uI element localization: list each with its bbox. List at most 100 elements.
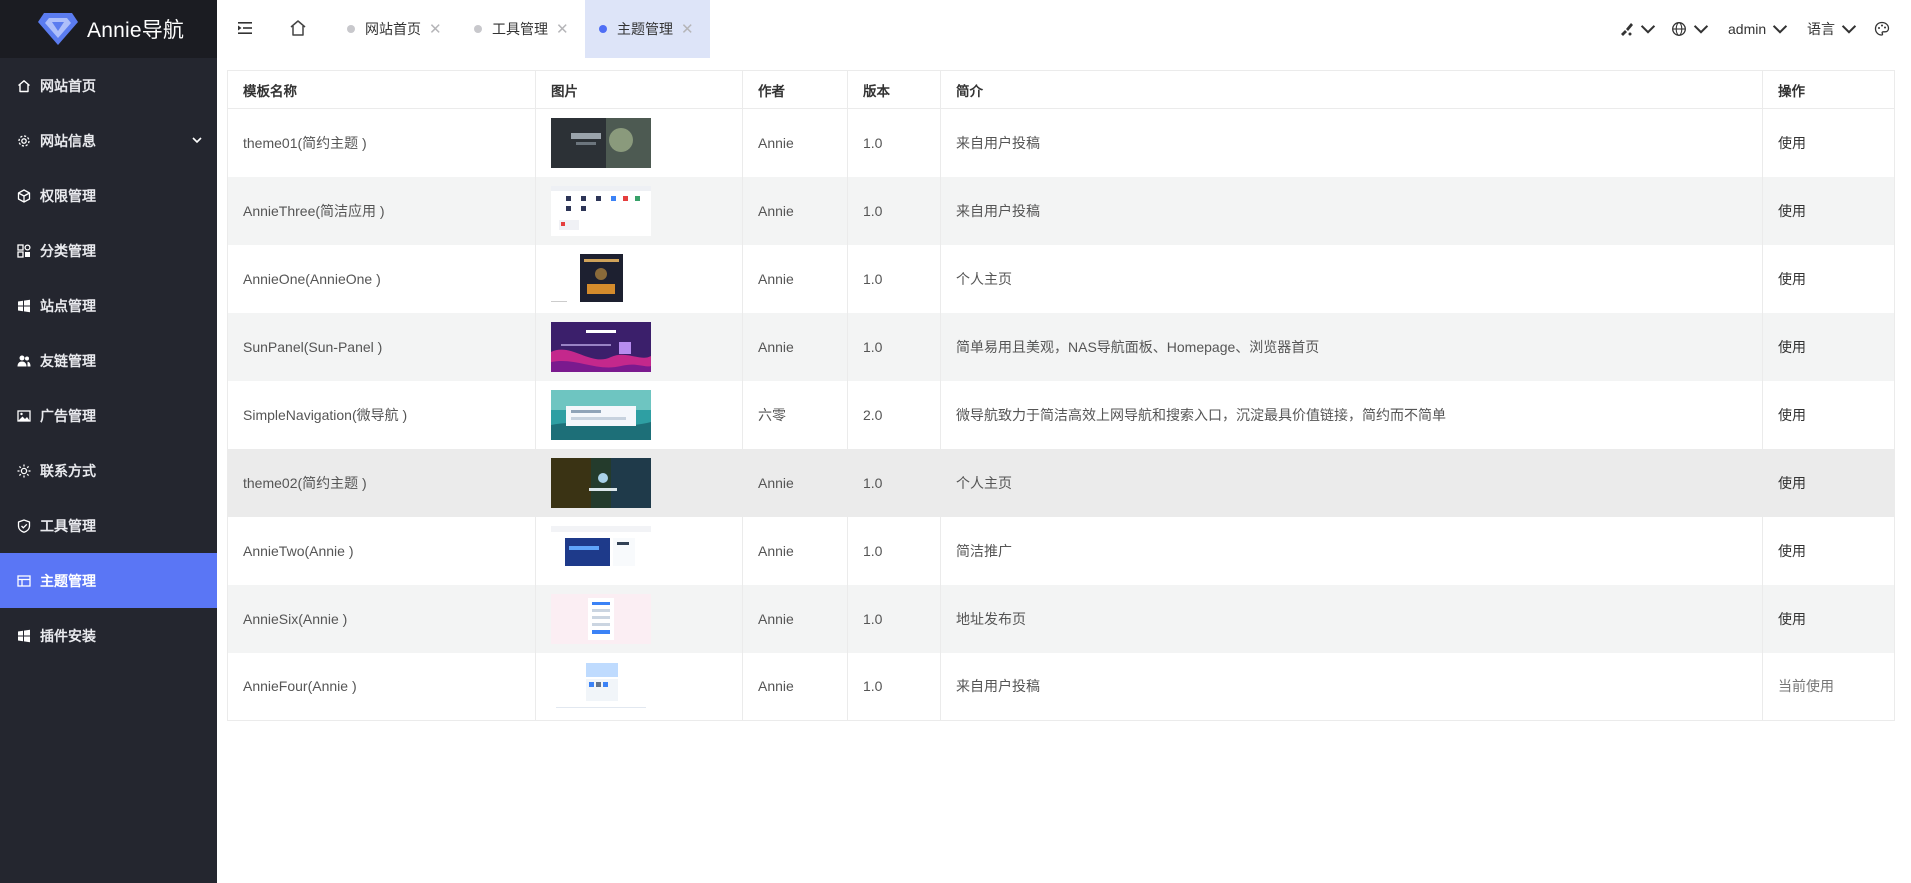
chevron-down-icon bbox=[1640, 25, 1656, 34]
use-theme-button[interactable]: 使用 bbox=[1762, 584, 1895, 653]
windows-icon bbox=[17, 299, 31, 313]
theme-thumbnail bbox=[551, 593, 651, 644]
table-row: theme01(简约主题 ) Annie 1.0 来自用户投稿 使用 bbox=[227, 108, 1895, 177]
use-theme-button[interactable]: 使用 bbox=[1762, 380, 1895, 449]
sidebar-menu: 网站首页网站信息权限管理分类管理站点管理友链管理 广告管理 联系方式工具管理主题管理… bbox=[0, 58, 217, 663]
sidebar-item-label: 网站信息 bbox=[40, 132, 96, 149]
table-row: AnnieThree(简洁应用 ) Annie 1.0 来自用户投稿 使用 bbox=[227, 176, 1895, 245]
tab-dot bbox=[599, 25, 607, 33]
sidebar-item-label: 主题管理 bbox=[40, 572, 96, 589]
tab-home[interactable]: 网站首页 ✕ bbox=[347, 0, 454, 58]
sidebar-item[interactable]: 插件安装 bbox=[0, 608, 217, 663]
table-row: SunPanel(Sun-Panel ) Annie 1.0 简单易用且美观，NAS导… bbox=[227, 312, 1895, 381]
use-theme-button[interactable]: 使用 bbox=[1762, 176, 1895, 245]
table-row: theme02(简约主题 ) Annie 1.0 个人主页 使用 bbox=[227, 448, 1895, 517]
sidebar-item[interactable]: 广告管理 bbox=[0, 388, 217, 443]
language-label: 语言 bbox=[1807, 21, 1835, 37]
chevron-down-icon bbox=[1773, 25, 1788, 34]
description-cell: 来自用户投稿 bbox=[940, 652, 1763, 721]
sidebar-item[interactable]: 工具管理 bbox=[0, 498, 217, 553]
chevron-down-icon bbox=[1693, 25, 1709, 34]
theme-thumbnail bbox=[551, 457, 651, 508]
use-theme-button[interactable]: 使用 bbox=[1762, 312, 1895, 381]
author-cell: Annie bbox=[742, 584, 848, 653]
sun-icon bbox=[17, 464, 31, 478]
close-icon[interactable]: ✕ bbox=[556, 20, 569, 38]
sidebar-item-label: 权限管理 bbox=[40, 187, 96, 204]
column-header: 操作 bbox=[1762, 70, 1895, 109]
sidebar-item[interactable]: 友链管理 bbox=[0, 333, 217, 388]
theme-switcher[interactable] bbox=[1618, 0, 1656, 58]
column-header: 作者 bbox=[742, 70, 848, 109]
logo[interactable]: Annie导航 bbox=[0, 0, 217, 58]
language-menu[interactable]: 语言 bbox=[1807, 0, 1857, 58]
shield-check-icon bbox=[17, 518, 31, 533]
globe-icon bbox=[1672, 22, 1686, 36]
diamond-logo-icon bbox=[38, 13, 78, 45]
theme-table: 模板名称 图片 作者 版本 简介 操作 theme01(简约主题 ) Annie 1.0 来自用… bbox=[227, 70, 1895, 721]
close-icon[interactable]: ✕ bbox=[681, 20, 694, 38]
sidebar-item[interactable]: 主题管理 bbox=[0, 553, 217, 608]
brush-icon bbox=[1621, 23, 1633, 36]
sidebar: Annie导航 网站首页网站信息权限管理分类管理站点管理友链管理 广告管理 联系方式… bbox=[0, 0, 217, 883]
version-cell: 1.0 bbox=[847, 176, 941, 245]
sidebar-item[interactable]: 权限管理 bbox=[0, 168, 217, 223]
chevron-down-icon[interactable] bbox=[191, 134, 203, 146]
menu-fold-icon[interactable] bbox=[237, 20, 253, 36]
sidebar-item[interactable]: 网站首页 bbox=[0, 58, 217, 113]
version-cell: 1.0 bbox=[847, 244, 941, 313]
theme-thumbnail bbox=[551, 661, 651, 712]
theme-thumbnail bbox=[551, 253, 651, 304]
column-header: 图片 bbox=[535, 70, 743, 109]
sidebar-item[interactable]: 站点管理 bbox=[0, 278, 217, 333]
use-theme-button[interactable]: 使用 bbox=[1762, 516, 1895, 585]
description-cell: 微导航致力于简洁高效上网导航和搜索入口，沉淀最具价值链接，简约而不简单 bbox=[940, 380, 1763, 449]
description-cell: 个人主页 bbox=[940, 448, 1763, 517]
sidebar-item-label: 分类管理 bbox=[40, 242, 96, 259]
locale-switcher[interactable] bbox=[1671, 0, 1709, 58]
author-cell: Annie bbox=[742, 176, 848, 245]
sidebar-item-label: 工具管理 bbox=[40, 517, 96, 534]
palette-icon bbox=[1874, 21, 1890, 36]
theme-name-cell: AnnieThree(简洁应用 ) bbox=[227, 176, 536, 245]
home-icon[interactable] bbox=[289, 19, 307, 37]
tab-label: 网站首页 bbox=[365, 21, 421, 37]
version-cell: 1.0 bbox=[847, 312, 941, 381]
use-theme-button[interactable]: 使用 bbox=[1762, 108, 1895, 177]
theme-thumbnail bbox=[551, 525, 651, 576]
user-menu[interactable]: admin bbox=[1728, 0, 1788, 58]
windows-icon bbox=[17, 629, 31, 643]
version-cell: 1.0 bbox=[847, 584, 941, 653]
table-row: SimpleNavigation(微导航 ) 六零 2.0 微导航致力于简洁高效上网导… bbox=[227, 380, 1895, 449]
sidebar-item[interactable]: 网站信息 bbox=[0, 113, 217, 168]
sidebar-item[interactable]: 分类管理 bbox=[0, 223, 217, 278]
close-icon[interactable]: ✕ bbox=[429, 20, 442, 38]
theme-name-cell: AnnieFour(Annie ) bbox=[227, 652, 536, 721]
version-cell: 1.0 bbox=[847, 516, 941, 585]
description-cell: 来自用户投稿 bbox=[940, 176, 1763, 245]
category-icon bbox=[17, 243, 31, 258]
username: admin bbox=[1728, 21, 1767, 37]
tab-dot bbox=[474, 25, 482, 33]
theme-name-cell: AnnieTwo(Annie ) bbox=[227, 516, 536, 585]
version-cell: 1.0 bbox=[847, 652, 941, 721]
sidebar-item-label: 插件安装 bbox=[40, 627, 96, 644]
thumbnail-cell bbox=[535, 312, 743, 381]
use-theme-button[interactable]: 使用 bbox=[1762, 448, 1895, 517]
column-header: 模板名称 bbox=[227, 70, 536, 109]
sidebar-item-label: 站点管理 bbox=[40, 297, 96, 314]
author-cell: Annie bbox=[742, 448, 848, 517]
tab-themes[interactable]: 主题管理 ✕ bbox=[585, 0, 710, 58]
thumbnail-cell bbox=[535, 652, 743, 721]
palette-button[interactable] bbox=[1874, 0, 1890, 58]
theme-thumbnail bbox=[551, 321, 651, 372]
cube-icon bbox=[17, 188, 31, 203]
use-theme-button[interactable]: 使用 bbox=[1762, 244, 1895, 313]
thumbnail-cell bbox=[535, 244, 743, 313]
sidebar-item[interactable]: 联系方式 bbox=[0, 443, 217, 498]
theme-thumbnail bbox=[551, 389, 651, 440]
tab-tools[interactable]: 工具管理 ✕ bbox=[474, 0, 581, 58]
thumbnail-cell bbox=[535, 176, 743, 245]
top-bar: 网站首页 ✕ 工具管理 ✕ 主题管理 ✕ admin 语言 bbox=[217, 0, 1911, 58]
tab-label: 工具管理 bbox=[492, 21, 548, 37]
